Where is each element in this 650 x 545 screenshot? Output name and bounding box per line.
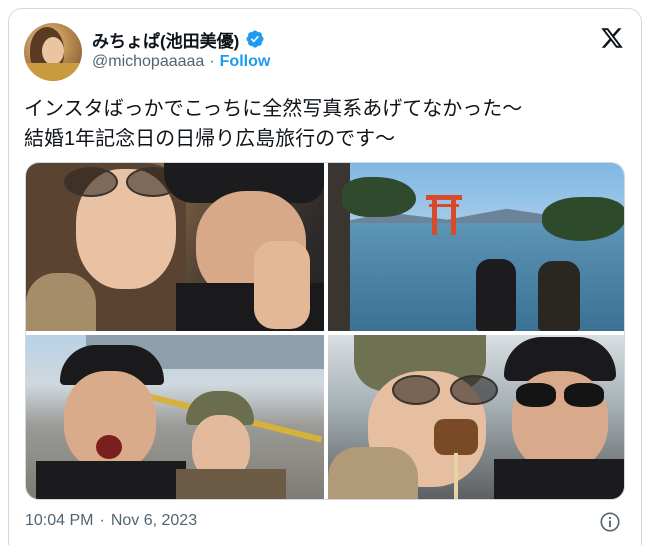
photo-4[interactable] bbox=[328, 335, 624, 499]
photo-4-skewer bbox=[434, 419, 478, 455]
photo-4-man-jacket bbox=[494, 459, 624, 499]
tweet-date: Nov 6, 2023 bbox=[110, 512, 198, 529]
timestamp-separator: · bbox=[99, 512, 105, 529]
author-name-row: みちょぱ(池田美優) bbox=[92, 27, 265, 51]
avatar[interactable] bbox=[24, 23, 82, 81]
photo-4-man-sunglasses bbox=[516, 383, 604, 407]
verified-badge-icon bbox=[246, 30, 264, 48]
photo-4-fur-collar bbox=[328, 447, 418, 499]
photo-1-fur-collar bbox=[26, 273, 96, 331]
follow-button[interactable]: Follow bbox=[220, 53, 271, 71]
photo-2-man bbox=[476, 259, 516, 331]
photo-4-skewer-stick bbox=[454, 453, 458, 499]
photo-4-woman-sunglasses bbox=[392, 375, 500, 405]
author-handle-row: @michopaaaaa · Follow bbox=[92, 53, 270, 71]
photo-3-woman-coat bbox=[176, 469, 286, 499]
tweet-timestamp[interactable]: 10:04 PM · Nov 6, 2023 bbox=[25, 512, 197, 530]
x-logo-icon[interactable] bbox=[600, 26, 624, 50]
photo-3[interactable] bbox=[26, 335, 324, 499]
photo-3-man-mouth bbox=[96, 435, 122, 459]
photo-2-pine-left bbox=[342, 177, 416, 217]
author-display-name[interactable]: みちょぱ(池田美優) bbox=[92, 27, 239, 52]
tweet-text: インスタばっかでこっちに全然写真系あげてなかった〜 結婚1年記念日の日帰り広島旅… bbox=[24, 98, 523, 150]
photo-2[interactable] bbox=[328, 163, 624, 331]
avatar-dress bbox=[24, 63, 82, 81]
photo-1-peace-hand bbox=[254, 241, 310, 329]
photo-2-torii bbox=[426, 195, 462, 235]
photo-2-woman bbox=[538, 261, 580, 331]
author-handle[interactable]: @michopaaaaa bbox=[92, 53, 204, 71]
photo-3-man-jacket bbox=[36, 461, 186, 499]
handle-separator: · bbox=[209, 53, 215, 70]
media-grid bbox=[25, 162, 625, 500]
info-icon[interactable] bbox=[599, 511, 621, 533]
photo-1[interactable] bbox=[26, 163, 324, 331]
avatar-face bbox=[42, 37, 64, 65]
tweet-time: 10:04 PM bbox=[25, 512, 94, 529]
